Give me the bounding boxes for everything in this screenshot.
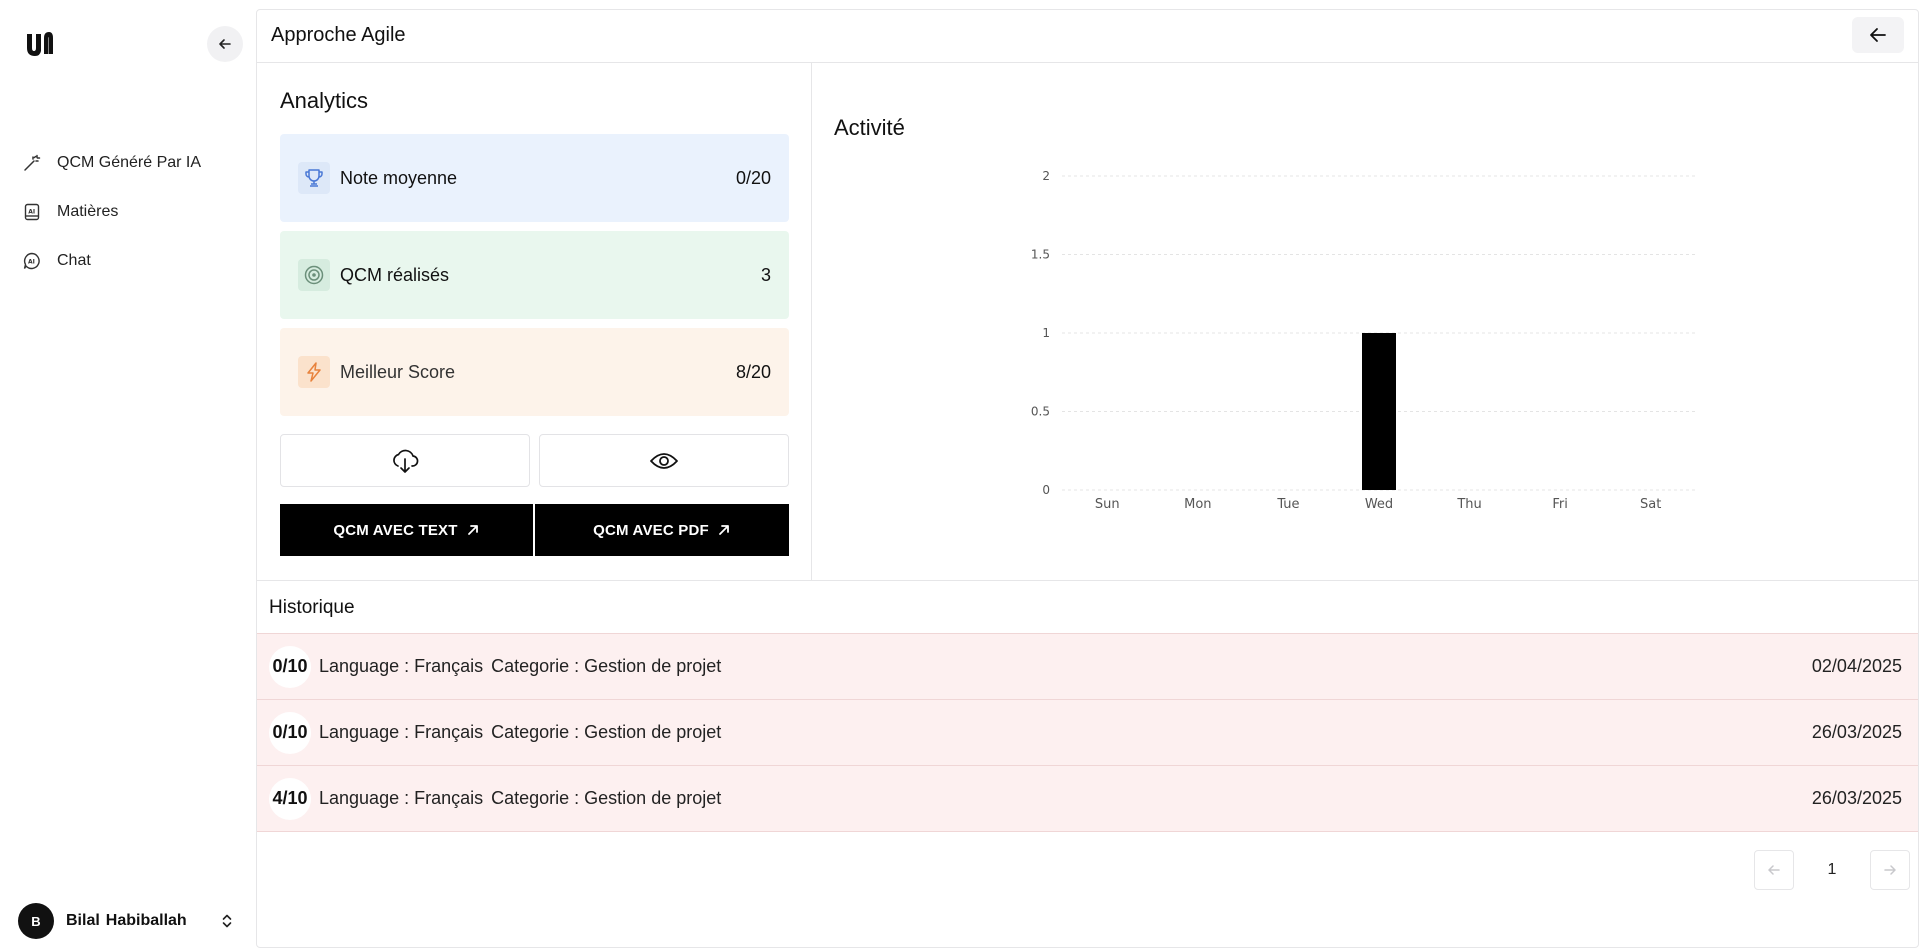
sidebar-item-label: Chat — [57, 251, 91, 269]
page-number[interactable]: 1 — [1794, 861, 1870, 879]
chevron-up-down-icon — [222, 914, 232, 928]
category-text: Categorie : Gestion de projet — [491, 656, 722, 676]
arrow-up-right-icon — [467, 525, 478, 535]
qcm-pdf-label: QCM AVEC PDF — [593, 521, 709, 539]
user-last-name: Habiballah — [105, 912, 187, 929]
history-meta: Language : Français Categorie : Gestion d… — [319, 788, 1812, 809]
stat-label: QCM réalisés — [340, 264, 450, 285]
back-button[interactable] — [1852, 17, 1904, 53]
user-name: Bilal Habiballah — [66, 912, 220, 930]
logo-icon[interactable] — [24, 28, 56, 60]
chart-bar[interactable] — [1362, 333, 1396, 490]
x-tick-label: Sun — [1095, 497, 1120, 512]
history-row[interactable]: 0/10 Language : Français Categorie : Gest… — [257, 634, 1918, 700]
history-date: 26/03/2025 — [1811, 722, 1902, 742]
sidebar-item-label: Matières — [57, 202, 119, 220]
category-text: Categorie : Gestion de projet — [491, 722, 722, 742]
activity-panel: Activité 0 0.5 1 1.5 2 Sun Mon Tue Wed Thu Fri Sat — [812, 63, 1918, 580]
history-date: 26/03/2025 — [1811, 788, 1902, 808]
y-tick-label: 1 — [1042, 326, 1050, 340]
magic-wand-icon — [22, 153, 42, 173]
score-badge: 4/10 — [269, 777, 311, 820]
y-tick-label: 0.5 — [1031, 405, 1050, 419]
qcm-text-button[interactable]: QCM AVEC TEXT — [280, 504, 533, 556]
category-text: Categorie : Gestion de projet — [491, 788, 722, 808]
language-text: Language : Français — [319, 722, 484, 742]
stat-label: Meilleur Score — [340, 361, 456, 382]
y-tick-label: 0 — [1042, 483, 1050, 497]
svg-text:AI: AI — [28, 258, 35, 265]
arrow-left-icon — [219, 39, 231, 49]
sidebar-item-chat[interactable]: AI Chat — [22, 236, 242, 285]
stat-qcm-realises: QCM réalisés 3 — [280, 231, 789, 319]
history-date: 02/04/2025 — [1811, 656, 1902, 676]
sidebar-item-label: QCM Généré Par IA — [57, 153, 202, 171]
score-badge: 0/10 — [269, 711, 311, 754]
svg-text:AI: AI — [28, 208, 35, 215]
cloud-download-icon — [393, 449, 419, 473]
y-tick-label: 2 — [1042, 169, 1050, 183]
history-meta: Language : Français Categorie : Gestion d… — [319, 722, 1812, 743]
user-menu[interactable]: B Bilal Habiballah — [18, 903, 234, 939]
x-tick-label: Sat — [1640, 497, 1661, 512]
historique-section: Historique 0/10 Language : Français Categ… — [257, 580, 1918, 832]
sidebar: QCM Généré Par IA AI Matières AI Chat B … — [0, 0, 256, 952]
arrow-right-icon — [1884, 865, 1896, 875]
y-tick-label: 1.5 — [1031, 248, 1050, 262]
topbar: Approche Agile — [257, 10, 1918, 63]
target-icon — [298, 259, 330, 291]
sidebar-item-matieres[interactable]: AI Matières — [22, 187, 242, 236]
analytics-panel: Analytics Note moyenne 0/20 QCM réalisés… — [257, 63, 812, 580]
download-button[interactable] — [280, 434, 530, 487]
stat-value: 0/20 — [735, 167, 771, 188]
history-meta: Language : Français Categorie : Gestion d… — [319, 656, 1812, 677]
activity-chart: 0 0.5 1 1.5 2 Sun Mon Tue Wed Thu Fri Sat — [1031, 169, 1696, 512]
analytics-title: Analytics — [280, 88, 369, 113]
stat-meilleur-score: Meilleur Score 8/20 — [280, 328, 789, 416]
x-tick-label: Thu — [1456, 497, 1481, 512]
ai-chat-icon: AI — [22, 251, 42, 271]
stat-label: Note moyenne — [340, 167, 458, 188]
book-icon: AI — [22, 202, 42, 222]
historique-title: Historique — [257, 581, 1918, 634]
page-title: Approche Agile — [271, 24, 406, 46]
arrow-left-icon — [1768, 865, 1780, 875]
stat-value: 8/20 — [735, 361, 771, 382]
x-tick-label: Mon — [1184, 497, 1211, 512]
stat-value: 3 — [760, 264, 771, 285]
qcm-text-label: QCM AVEC TEXT — [333, 521, 458, 539]
arrow-up-right-icon — [718, 525, 729, 535]
history-row[interactable]: 0/10 Language : Français Categorie : Gest… — [257, 700, 1918, 766]
sidebar-nav: QCM Généré Par IA AI Matières AI Chat — [22, 138, 242, 285]
language-text: Language : Français — [319, 788, 484, 808]
main-panel: Approche Agile Analytics Note moyenne 0/… — [256, 9, 1919, 948]
user-first-name: Bilal — [66, 912, 100, 929]
eye-icon — [650, 452, 678, 469]
sidebar-item-qcm-ia[interactable]: QCM Généré Par IA — [22, 138, 242, 187]
score-badge: 0/10 — [269, 645, 311, 688]
history-row[interactable]: 4/10 Language : Français Categorie : Gest… — [257, 766, 1918, 832]
language-text: Language : Français — [319, 656, 484, 676]
trophy-icon — [298, 162, 330, 194]
stat-note-moyenne: Note moyenne 0/20 — [280, 134, 789, 222]
preview-button[interactable] — [539, 434, 789, 487]
x-tick-label: Tue — [1276, 497, 1299, 512]
pagination: 1 — [1754, 850, 1910, 890]
qcm-pdf-button[interactable]: QCM AVEC PDF — [535, 504, 789, 556]
collapse-sidebar-button[interactable] — [207, 26, 243, 62]
next-page-button[interactable] — [1870, 850, 1910, 890]
arrow-left-icon — [1870, 28, 1886, 42]
prev-page-button[interactable] — [1754, 850, 1794, 890]
avatar: B — [18, 903, 54, 939]
x-tick-label: Wed — [1365, 497, 1393, 512]
lightning-icon — [298, 356, 330, 388]
x-tick-label: Fri — [1552, 497, 1568, 512]
